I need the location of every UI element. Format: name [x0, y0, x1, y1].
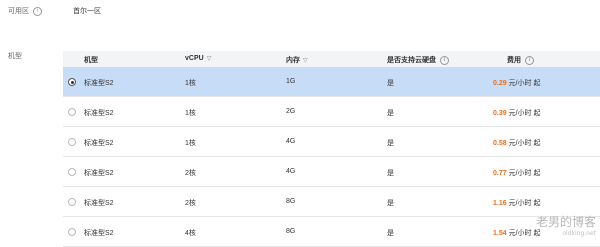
cell-vcpu: 1核 — [185, 140, 196, 147]
cell-cloud-disk: 是 — [387, 140, 394, 147]
zone-label-wrap: 可用区 i — [8, 6, 42, 16]
column-header-memory-label: 内存 — [286, 57, 300, 64]
table-row[interactable]: 标准型S2 1核 4G 是 0.58 元/小时 起 — [63, 127, 600, 157]
cell-memory: 8G — [286, 228, 296, 235]
cell-type: 标准型S2 — [84, 80, 114, 87]
column-header-memory[interactable]: 内存 ▽ — [286, 55, 308, 65]
cell-cloud-disk: 是 — [387, 80, 394, 87]
cell-cloud-disk: 是 — [387, 230, 394, 237]
cell-type: 标准型S2 — [84, 170, 114, 177]
watermark: 老男的博客 oldking.net — [535, 215, 596, 239]
column-header-type: 机型 — [84, 57, 98, 64]
price-value: 1.54 — [493, 230, 507, 237]
cell-vcpu: 2核 — [185, 170, 196, 177]
cell-vcpu: 4核 — [185, 230, 196, 237]
cell-cloud-disk: 是 — [387, 170, 394, 177]
cell-vcpu: 1核 — [185, 110, 196, 117]
cell-type: 标准型S2 — [84, 200, 114, 207]
info-icon[interactable]: i — [33, 6, 42, 16]
instance-type-label: 机型 — [8, 53, 22, 60]
column-header-cloud-disk-label: 是否支持云硬盘 — [387, 57, 436, 64]
price-value: 0.58 — [493, 140, 507, 147]
filter-icon[interactable]: ▽ — [303, 57, 308, 64]
table-row[interactable]: 标准型S2 2核 4G 是 0.77 元/小时 起 — [63, 157, 600, 187]
price-unit: 元/小时 起 — [506, 110, 541, 117]
column-header-vcpu[interactable]: vCPU ▽ — [185, 55, 211, 62]
cell-cost: 0.77 元/小时 起 — [493, 168, 540, 178]
instance-type-table: 机型 vCPU ▽ 内存 ▽ 是否支持云硬盘 i 费用 i 标准型S2 1核 1G 是 0.29… — [63, 51, 600, 247]
cell-vcpu: 1核 — [185, 80, 196, 87]
cell-memory: 8G — [286, 198, 296, 205]
price-unit: 元/小时 起 — [506, 200, 541, 207]
row-radio-button[interactable] — [68, 78, 76, 86]
price-value: 0.77 — [493, 170, 507, 177]
zone-label: 可用区 — [8, 8, 29, 15]
cell-cloud-disk: 是 — [387, 110, 394, 117]
cell-vcpu: 2核 — [185, 200, 196, 207]
watermark-title: 老男的博客 — [535, 215, 596, 229]
price-value: 0.29 — [493, 80, 507, 87]
column-header-cost: 费用 i — [507, 55, 534, 65]
watermark-subtitle: oldking.net — [562, 230, 596, 237]
cell-memory: 4G — [286, 168, 296, 175]
filter-icon[interactable]: ▽ — [207, 55, 212, 62]
row-radio-button[interactable] — [68, 168, 76, 176]
table-row[interactable]: 标准型S2 2核 8G 是 1.16 元/小时 起 — [63, 187, 600, 217]
price-unit: 元/小时 起 — [506, 80, 541, 87]
table-row[interactable]: 标准型S2 1核 2G 是 0.39 元/小时 起 — [63, 97, 600, 127]
info-icon[interactable]: i — [525, 55, 534, 65]
table-row[interactable]: 标准型S2 4核 8G 是 1.54 元/小时 起 — [63, 217, 600, 247]
cell-cost: 0.58 元/小时 起 — [493, 138, 540, 148]
info-icon[interactable]: i — [440, 55, 449, 65]
table-header: 机型 vCPU ▽ 内存 ▽ 是否支持云硬盘 i 费用 i — [63, 51, 600, 67]
cell-memory: 1G — [286, 78, 296, 85]
row-radio-button[interactable] — [68, 108, 76, 116]
row-radio-button[interactable] — [68, 198, 76, 206]
cell-cost: 0.39 元/小时 起 — [493, 108, 540, 118]
cell-memory: 2G — [286, 108, 296, 115]
row-radio-button[interactable] — [68, 228, 76, 236]
table-body: 标准型S2 1核 1G 是 0.29 元/小时 起标准型S2 1核 2G 是 0.39 元/小时… — [63, 67, 600, 247]
cell-cost: 1.54 元/小时 起 — [493, 228, 540, 238]
cell-type: 标准型S2 — [84, 140, 114, 147]
price-value: 1.16 — [493, 200, 507, 207]
table-row[interactable]: 标准型S2 1核 1G 是 0.29 元/小时 起 — [63, 67, 600, 97]
row-radio-button[interactable] — [68, 138, 76, 146]
column-header-cloud-disk: 是否支持云硬盘 i — [387, 55, 449, 65]
cell-memory: 4G — [286, 138, 296, 145]
zone-value: 首尔一区 — [73, 8, 101, 15]
cell-type: 标准型S2 — [84, 110, 114, 117]
column-header-cost-label: 费用 — [507, 57, 521, 64]
cell-cost: 1.16 元/小时 起 — [493, 198, 540, 208]
price-unit: 元/小时 起 — [506, 140, 541, 147]
cell-cost: 0.29 元/小时 起 — [493, 78, 540, 88]
column-header-vcpu-label: vCPU — [185, 55, 204, 62]
cell-type: 标准型S2 — [84, 230, 114, 237]
cell-cloud-disk: 是 — [387, 200, 394, 207]
price-value: 0.39 — [493, 110, 507, 117]
price-unit: 元/小时 起 — [506, 170, 541, 177]
